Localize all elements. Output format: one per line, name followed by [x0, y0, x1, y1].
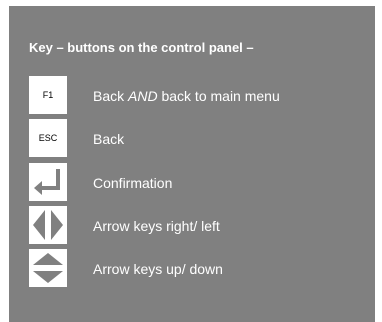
up-down-label: Arrow keys up/ down: [93, 261, 223, 277]
panel-title: Key – buttons on the control panel –: [29, 40, 254, 55]
left-right-label: Arrow keys right/ left: [93, 218, 220, 234]
key-row-left-right: Arrow keys right/ left: [29, 206, 359, 246]
key-row-enter: Confirmation: [29, 163, 359, 203]
f1-label: Back AND back to main menu: [93, 88, 280, 104]
esc-key: ESC: [29, 119, 67, 157]
enter-label: Confirmation: [93, 175, 173, 191]
key-row-f1: F1 Back AND back to main menu: [29, 76, 359, 116]
arrow-up-down-icon: [29, 249, 67, 287]
f1-key: F1: [29, 76, 67, 114]
arrow-left-right-icon: [29, 206, 67, 244]
key-panel: Key – buttons on the control panel – F1 …: [9, 6, 375, 322]
esc-label: Back: [93, 131, 125, 147]
key-row-esc: ESC Back: [29, 119, 359, 159]
key-row-up-down: Arrow keys up/ down: [29, 249, 359, 289]
enter-key-icon: [29, 163, 67, 201]
